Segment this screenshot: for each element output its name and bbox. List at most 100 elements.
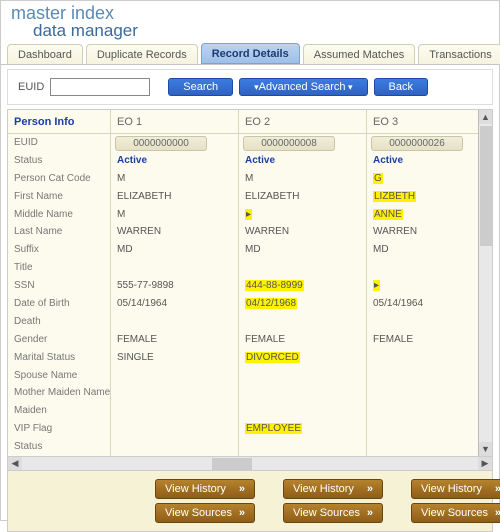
search-button[interactable]: Search <box>168 78 233 96</box>
label-cat: Person Cat Code <box>8 170 110 188</box>
cell-cat: M <box>239 170 366 188</box>
cell-dob: 05/14/1964 <box>111 295 238 313</box>
label-vip: VIP Flag <box>8 420 110 438</box>
cell-euid: 0000000008 <box>239 134 366 152</box>
tab-dashboard[interactable]: Dashboard <box>7 44 83 64</box>
cell-marital: SINGLE <box>111 349 238 367</box>
cell-maiden <box>239 402 366 420</box>
tab-record-details[interactable]: Record Details <box>201 43 300 64</box>
cell-first: ELIZABETH <box>239 188 366 206</box>
cell-spouse <box>367 367 478 385</box>
logo-line2: data manager <box>33 22 493 39</box>
cell-rstatus <box>111 438 238 456</box>
cell-vip: EMPLOYEE <box>239 420 366 438</box>
cell-maiden <box>367 402 478 420</box>
cell-title <box>239 259 366 277</box>
label-mother: Mother Maiden Name <box>8 384 110 402</box>
euid-input[interactable] <box>50 78 150 96</box>
cell-euid: 0000000000 <box>111 134 238 152</box>
cell-death <box>239 313 366 331</box>
cell-status: Active <box>239 152 366 170</box>
cell-mother <box>367 384 478 402</box>
cell-ssn: 444-88-8999 <box>239 277 366 295</box>
vertical-scrollbar[interactable]: ▲ ▼ <box>478 110 492 456</box>
cell-euid: 0000000026 <box>367 134 478 152</box>
label-gender: Gender <box>8 331 110 349</box>
cell-rstatus <box>239 438 366 456</box>
cell-gender: FEMALE <box>111 331 238 349</box>
cell-middle: ANNE <box>367 206 478 224</box>
cell-ssn: ▸ <box>367 277 478 295</box>
horizontal-scrollbar[interactable]: ◀ ▶ <box>7 457 493 471</box>
euid-button[interactable]: 0000000008 <box>243 136 335 151</box>
cell-rstatus <box>367 438 478 456</box>
record-details-grid: Person Info EUID Status Person Cat Code … <box>7 109 493 457</box>
cell-vip <box>367 420 478 438</box>
tab-transactions[interactable]: Transactions <box>418 44 500 64</box>
cell-dob: 05/14/1964 <box>367 295 478 313</box>
cell-cat: G <box>367 170 478 188</box>
eo-column-2: EO 20000000008ActiveMELIZABETH▸WARRENMD4… <box>239 110 367 456</box>
cell-middle: ▸ <box>239 206 366 224</box>
scroll-left-icon[interactable]: ◀ <box>8 457 22 470</box>
cell-ssn: 555-77-9898 <box>111 277 238 295</box>
search-bar: EUID Search Advanced Search Back <box>7 69 493 105</box>
hscroll-thumb[interactable] <box>212 458 252 470</box>
cell-gender: FEMALE <box>239 331 366 349</box>
label-status: Status <box>8 152 110 170</box>
back-button[interactable]: Back <box>374 78 428 96</box>
view-sources-button-eo2[interactable]: View Sources <box>283 503 383 523</box>
eo-header: EO 3 <box>367 110 478 134</box>
cell-cat: M <box>111 170 238 188</box>
view-history-button-eo2[interactable]: View History <box>283 479 383 499</box>
field-labels-column: Person Info EUID Status Person Cat Code … <box>8 110 111 456</box>
label-first: First Name <box>8 188 110 206</box>
cell-last: WARREN <box>111 223 238 241</box>
cell-suffix: MD <box>367 241 478 259</box>
cell-mother <box>239 384 366 402</box>
cell-gender: FEMALE <box>367 331 478 349</box>
label-maiden: Maiden <box>8 402 110 420</box>
view-sources-button-eo3[interactable]: View Sources <box>411 503 500 523</box>
euid-button[interactable]: 0000000000 <box>115 136 207 151</box>
label-euid: EUID <box>8 134 110 152</box>
cell-status: Active <box>111 152 238 170</box>
footer-actions: View History View Sources View History V… <box>7 471 493 532</box>
cell-dob: 04/12/1968 <box>239 295 366 313</box>
label-marital: Marital Status <box>8 349 110 367</box>
cell-suffix: MD <box>239 241 366 259</box>
view-sources-button-eo1[interactable]: View Sources <box>155 503 255 523</box>
cell-vip <box>111 420 238 438</box>
cell-suffix: MD <box>111 241 238 259</box>
view-history-button-eo1[interactable]: View History <box>155 479 255 499</box>
scroll-up-icon[interactable]: ▲ <box>479 110 492 124</box>
label-suffix: Suffix <box>8 241 110 259</box>
scroll-down-icon[interactable]: ▼ <box>479 442 492 456</box>
logo-line1: master index <box>11 4 493 22</box>
advanced-search-button[interactable]: Advanced Search <box>239 78 367 96</box>
cell-middle: M <box>111 206 238 224</box>
cell-marital: DIVORCED <box>239 349 366 367</box>
tab-assumed-matches[interactable]: Assumed Matches <box>303 44 415 64</box>
cell-last: WARREN <box>367 223 478 241</box>
cell-spouse <box>111 367 238 385</box>
eo-header: EO 1 <box>111 110 238 134</box>
app-logo: master index data manager <box>1 1 499 43</box>
euid-button[interactable]: 0000000026 <box>371 136 463 151</box>
main-tabs: Dashboard Duplicate Records Record Detai… <box>1 43 499 65</box>
view-history-button-eo3[interactable]: View History <box>411 479 500 499</box>
cell-death <box>111 313 238 331</box>
cell-death <box>367 313 478 331</box>
cell-title <box>367 259 478 277</box>
euid-label: EUID <box>18 81 44 93</box>
label-dob: Date of Birth <box>8 295 110 313</box>
scroll-thumb[interactable] <box>480 126 492 246</box>
label-spouse: Spouse Name <box>8 367 110 385</box>
label-ssn: SSN <box>8 277 110 295</box>
scroll-right-icon[interactable]: ▶ <box>478 457 492 470</box>
cell-spouse <box>239 367 366 385</box>
tab-duplicate-records[interactable]: Duplicate Records <box>86 44 198 64</box>
eo-column-1: EO 10000000000ActiveMELIZABETHMWARRENMD5… <box>111 110 239 456</box>
label-rstatus: Status <box>8 438 110 456</box>
eo-header: EO 2 <box>239 110 366 134</box>
